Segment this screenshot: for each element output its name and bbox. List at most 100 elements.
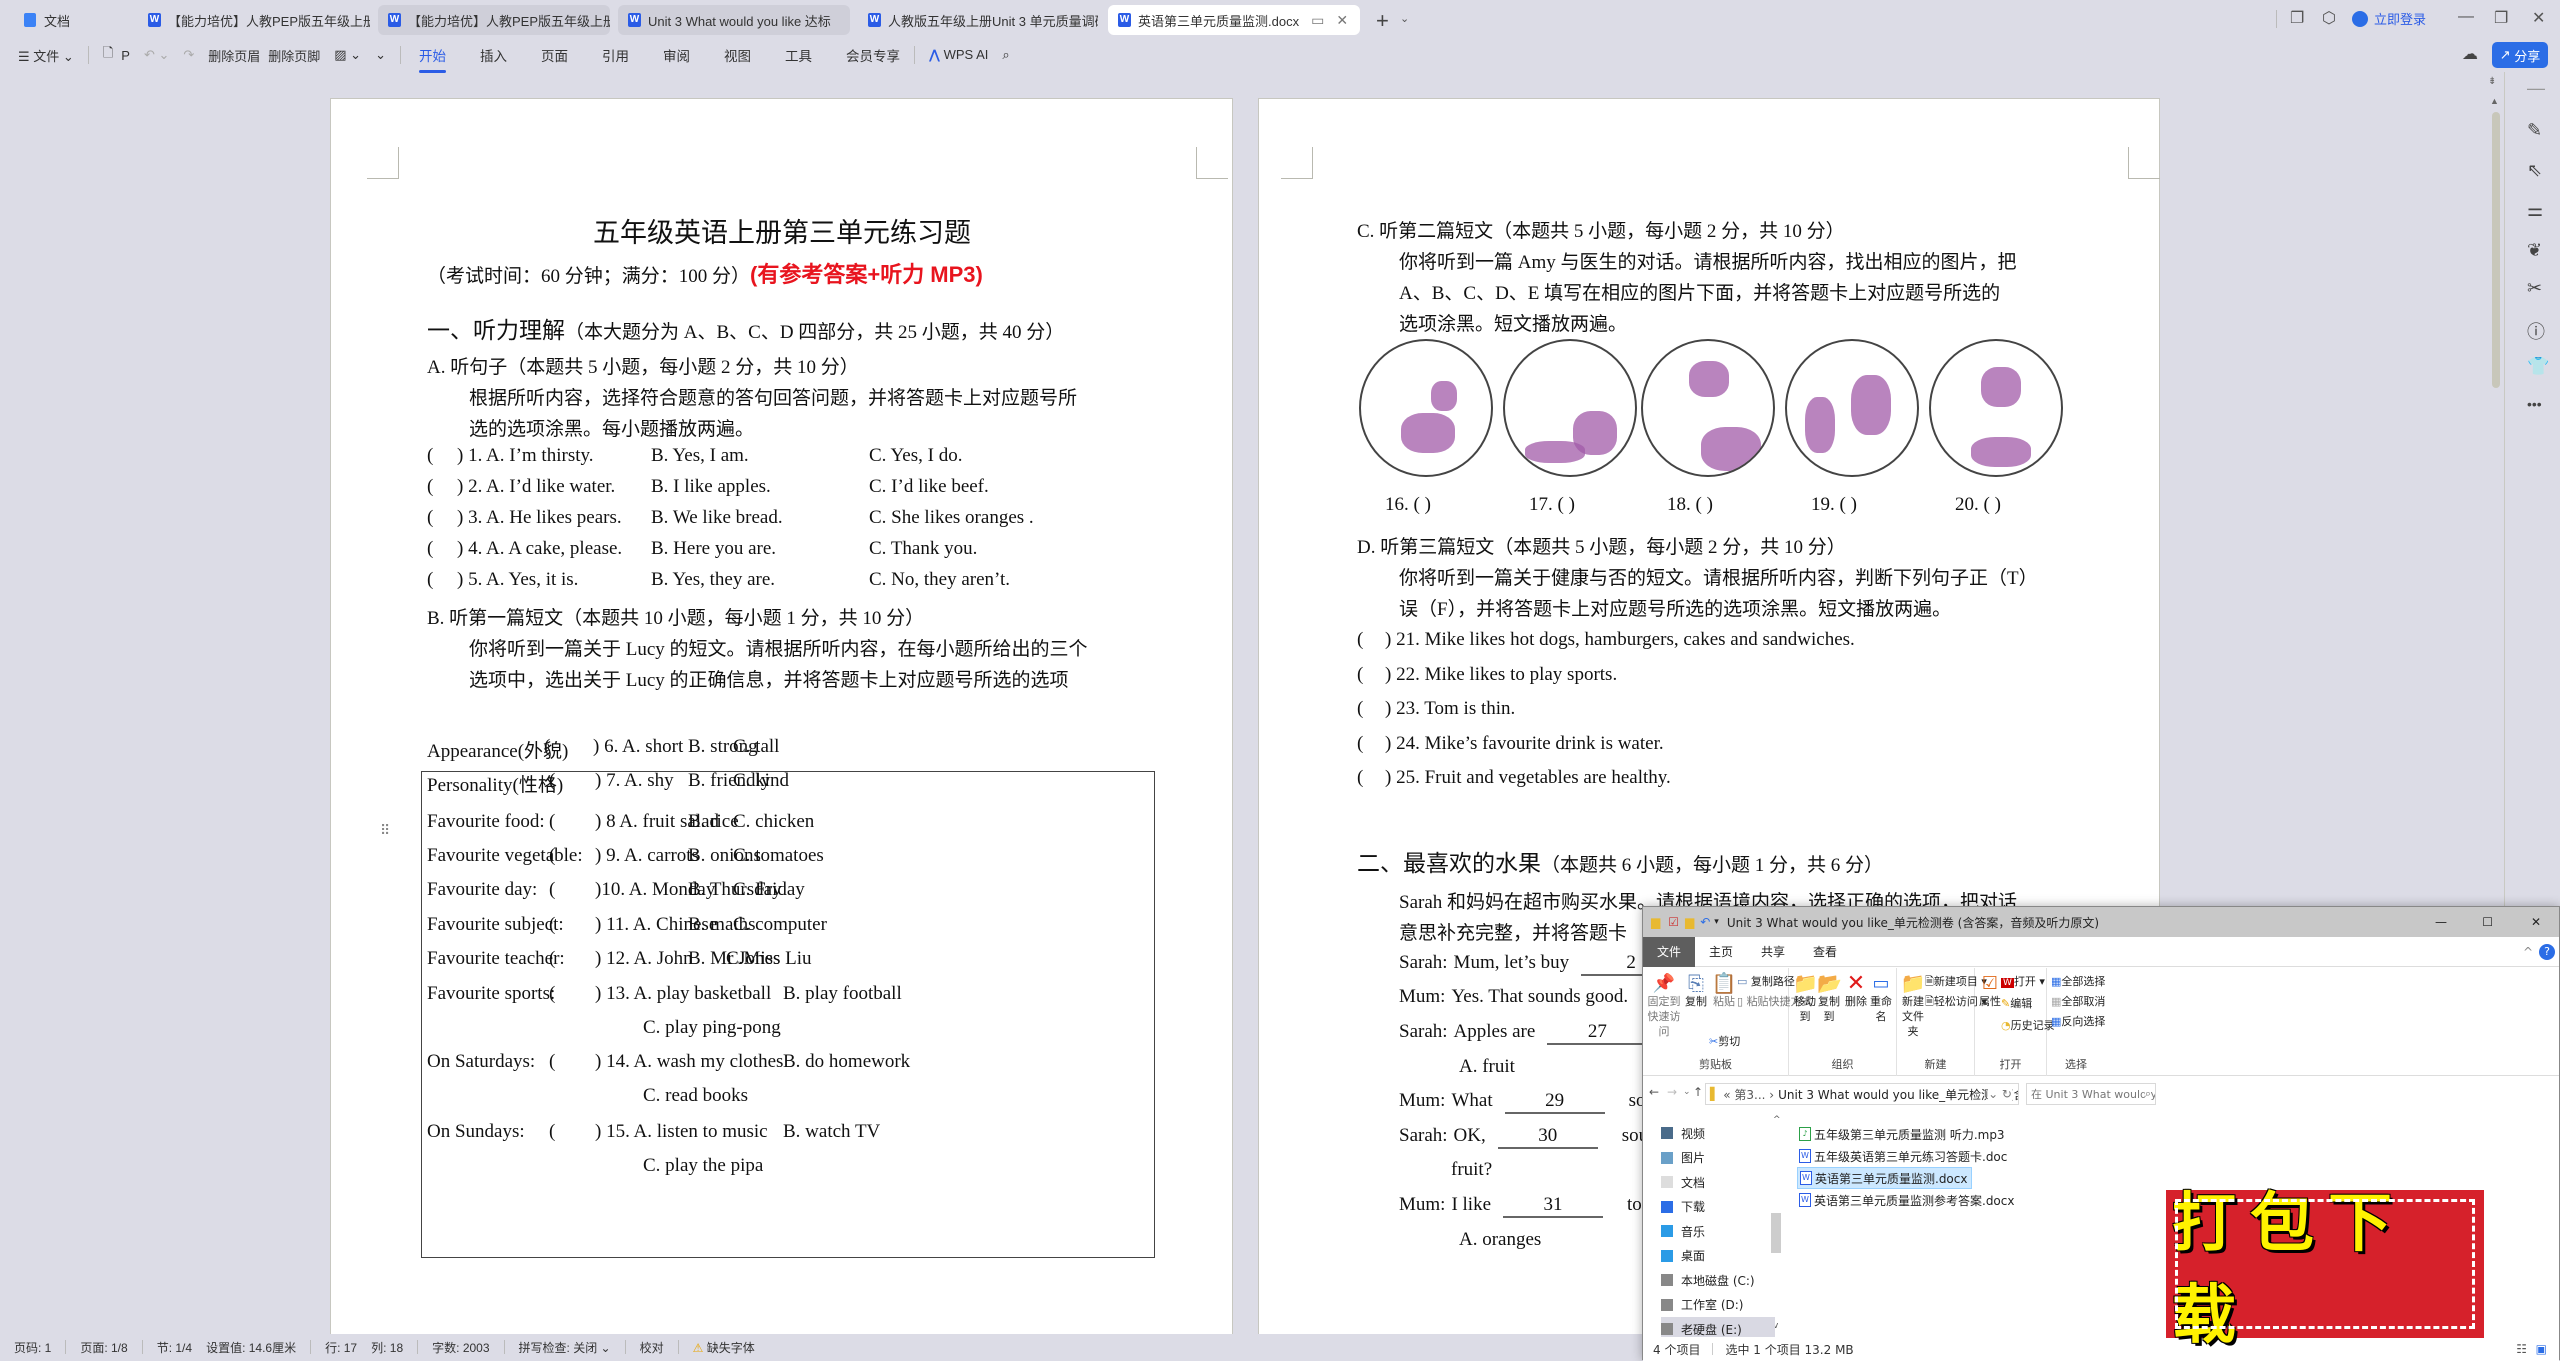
menu-tab-review[interactable]: 审阅 (663, 45, 690, 65)
page-nav-icon[interactable]: ⇟ (2488, 76, 2496, 87)
menu-tab-view[interactable]: 视图 (724, 45, 751, 65)
nav-item[interactable]: 工作室 (D:) (1661, 1293, 1775, 1317)
blank-field[interactable]: 30 (1497, 1125, 1598, 1149)
minimize-icon[interactable]: — (2458, 8, 2474, 26)
large-icons-view-icon[interactable]: ▣ (2536, 1342, 2547, 1356)
answer-paren[interactable]: ( (1357, 698, 1363, 720)
recent-locations-icon[interactable]: ⌄ (1683, 1087, 1691, 1097)
tab-document[interactable]: W Unit 3 What would you like 达标 (618, 5, 850, 35)
customize-quick-access-icon[interactable]: ▾ (1714, 917, 1719, 927)
status-missing-font[interactable]: ⚠ 缺失字体 (693, 1339, 755, 1356)
answer-paren[interactable]: ( (1357, 767, 1363, 789)
menu-tab-tools[interactable]: 工具 (785, 45, 812, 65)
answer-paren[interactable]: ( (549, 948, 555, 970)
select-none-button[interactable]: ▦全部取消 (2051, 994, 2105, 1009)
ribbon-tab-view[interactable]: 查看 (1799, 937, 1851, 967)
menu-tab-insert[interactable]: 插入 (480, 45, 507, 65)
address-bar[interactable]: ▌ « 第3... › Unit 3 What would you like_单… (1705, 1083, 2019, 1105)
answer-paren[interactable]: ( (549, 845, 555, 867)
properties-button[interactable]: ☑ 属性 (1979, 975, 2001, 1009)
share-button[interactable]: ↗ 分享 (2492, 42, 2548, 68)
answer-paren[interactable]: ( (1357, 629, 1363, 651)
answer-paren[interactable]: ( (544, 736, 550, 758)
nav-item[interactable]: 桌面 (1661, 1244, 1775, 1268)
adjust-sliders-icon[interactable]: ⚌ (2527, 200, 2543, 221)
address-breadcrumb-prefix[interactable]: « 第3... › (1723, 1086, 1774, 1103)
open-button[interactable]: W 打开 ▾ (2001, 974, 2045, 991)
ribbon-tab-share[interactable]: 共享 (1747, 937, 1799, 967)
paste-shortcut-button[interactable]: ▯ 粘贴快捷方式 (1737, 994, 1813, 1009)
tab-document[interactable]: W 【能力培优】人教PEP版五年级上册英 (378, 5, 610, 35)
paste-button[interactable]: 📋 粘贴 (1711, 973, 1737, 1009)
answer-paren[interactable]: ( (549, 1051, 555, 1073)
status-proofread[interactable]: 校对 (640, 1339, 664, 1356)
status-page-number[interactable]: 页码: 1 (14, 1339, 51, 1356)
chevron-down-icon[interactable]: ⌄ (1400, 12, 1409, 25)
back-arrow-icon[interactable]: ← (1649, 1085, 1659, 1099)
file-menu[interactable]: ☰ 文件 ⌄ (18, 46, 74, 65)
select-cursor-icon[interactable]: ⇖ (2527, 160, 2542, 181)
explorer-title-bar[interactable]: ▆ ☑ ▆ ↶ ▾ Unit 3 What would you like_单元检… (1643, 907, 2559, 937)
ribbon-tab-file[interactable]: 文件 (1643, 936, 1696, 967)
copy-button[interactable]: ⎘ 复制 (1683, 973, 1709, 1009)
tools-icon[interactable]: ✂ (2527, 278, 2542, 299)
cube-icon[interactable]: ⬡ (2322, 8, 2336, 28)
help-icon[interactable]: ? (2539, 943, 2555, 960)
select-all-button[interactable]: ▦全部选择 (2051, 974, 2105, 989)
answer-paren[interactable]: ( (1357, 733, 1363, 755)
more-icon[interactable]: ••• (2527, 396, 2542, 412)
file-list-item[interactable]: W 五年级英语第三单元练习答题卡.doc (1797, 1145, 2011, 1167)
forward-arrow-icon[interactable]: → (1667, 1085, 1677, 1099)
tab-document[interactable]: W 【能力培优】人教PEP版五年级上册英 (138, 5, 370, 35)
status-pages[interactable]: 页面: 1/8 (80, 1339, 127, 1356)
ribbon-collapse-icon[interactable]: ^ (2523, 945, 2533, 959)
status-col[interactable]: 列: 18 (371, 1339, 403, 1356)
new-folder-button[interactable]: 📁 新建 文件夹 (1899, 973, 1927, 1039)
pen-icon[interactable]: ✎ (2527, 120, 2542, 141)
ribbon-tab-home[interactable]: 主页 (1695, 937, 1747, 967)
collapse-icon[interactable]: — (2527, 78, 2545, 99)
properties-quick-icon[interactable]: ☑ (1668, 915, 1679, 929)
status-row[interactable]: 行: 17 (325, 1339, 357, 1356)
move-to-button[interactable]: 📁 移动到 (1793, 973, 1818, 1024)
pin-quick-access-button[interactable]: 📌 固定到快速访问 (1647, 975, 1681, 1039)
close-tab-icon[interactable]: ✕ (1336, 12, 1348, 29)
nav-item[interactable]: 下载 (1661, 1195, 1775, 1219)
file-list-item[interactable]: W 英语第三单元质量监测.docx (1797, 1167, 1973, 1189)
menu-tab-home[interactable]: 开始 (418, 45, 446, 73)
blank-field[interactable]: 27 (1547, 1021, 1648, 1045)
tab-document-active[interactable]: W 英语第三单元质量监测.docx ▭ ✕ (1108, 5, 1360, 35)
nav-item[interactable]: 视频 (1661, 1121, 1775, 1145)
answer-paren[interactable]: ( (427, 569, 433, 591)
answer-paren[interactable]: ( (427, 476, 433, 498)
answer-paren[interactable]: ( (427, 507, 433, 529)
up-arrow-icon[interactable]: ↑ (1693, 1085, 1703, 1099)
answer-paren[interactable]: ( (549, 879, 555, 901)
copy-path-button[interactable]: ▭ 复制路径 (1737, 974, 1797, 989)
answer-paren[interactable]: ( (549, 1121, 555, 1143)
answer-paren[interactable]: ( (1357, 664, 1363, 686)
file-list-item[interactable]: ♪ 五年级第三单元质量监测 听力.mp3 (1797, 1123, 2009, 1145)
answer-paren[interactable]: ( (549, 914, 555, 936)
cut-button[interactable]: ✂剪切 (1709, 1034, 1740, 1049)
help-icon[interactable]: ⓘ (2527, 318, 2545, 344)
border-icon[interactable]: ▨ ⌄ (334, 47, 361, 63)
tab-home[interactable]: 文档 (14, 5, 124, 35)
edit-button[interactable]: ✎编辑 (2001, 996, 2032, 1011)
details-view-icon[interactable]: ☷ (2516, 1342, 2527, 1356)
answer-paren[interactable]: ( (427, 445, 433, 467)
nav-item[interactable]: 图片 (1661, 1146, 1775, 1170)
image-style-icon[interactable]: ❦ (2527, 240, 2542, 261)
new-tab-button[interactable]: + (1376, 8, 1389, 34)
nav-item[interactable]: 本地磁盘 (C:) (1661, 1268, 1775, 1292)
nav-item[interactable]: 文档 (1661, 1170, 1775, 1194)
status-spell-check[interactable]: 拼写检查: 关闭 ⌄ (519, 1339, 611, 1356)
redo-icon[interactable]: ↷ (183, 47, 194, 63)
menu-tab-page[interactable]: 页面 (541, 45, 568, 65)
menu-tab-references[interactable]: 引用 (602, 45, 629, 65)
delete-button[interactable]: ✕ 删除 (1845, 973, 1867, 1009)
answer-paren[interactable]: ( (427, 538, 433, 560)
format-painter-icon[interactable]: P (121, 48, 130, 63)
undo-icon[interactable]: ↶ ⌄ (144, 47, 169, 63)
wps-ai-button[interactable]: ⋀ WPS AI (929, 47, 988, 63)
